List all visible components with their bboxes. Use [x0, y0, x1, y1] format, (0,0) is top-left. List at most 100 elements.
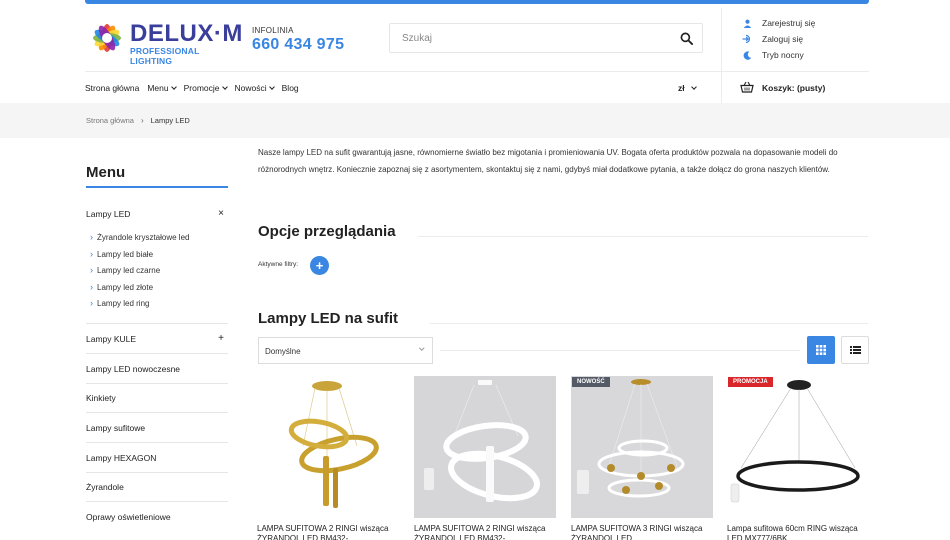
hotline-label: INFOLINIA [252, 26, 294, 35]
sidebar-item-label: Żyrandole [86, 482, 124, 492]
product-name[interactable]: LAMPA SUFITOWA 2 RINGI wisząca ŻYRANDOL … [414, 524, 556, 540]
sidebar-subitem[interactable]: › Lampy led czarne [90, 265, 160, 275]
product-name[interactable]: LAMPA SUFITOWA 2 RINGI wisząca ŻYRANDOL … [257, 524, 399, 540]
expand-icon[interactable]: + [218, 333, 224, 344]
top-accent-bar [85, 0, 869, 4]
cart-button[interactable]: Koszyk: (pusty) [740, 81, 825, 95]
sidebar-subitem[interactable]: › Lampy led ring [90, 298, 149, 308]
nav-item-news[interactable]: Nowości [235, 83, 275, 93]
register-link[interactable]: Zarejestruj się [742, 15, 815, 31]
sidebar-item-label: Lampy HEXAGON [86, 453, 157, 463]
breadcrumb-home[interactable]: Strona główna [86, 116, 134, 125]
product-image[interactable] [414, 376, 556, 518]
black-ring-lamp-image [730, 380, 860, 503]
product-card[interactable]: PROMOCJA Lampa sufitowa 60cm RING wisząc… [727, 376, 869, 540]
cart-label: Koszyk: (pusty) [762, 83, 826, 93]
sidebar-subitem[interactable]: › Lampy led białe [90, 249, 153, 259]
moon-icon [742, 50, 752, 60]
chevron-down-icon [170, 83, 177, 90]
account-links: Zarejestruj się Zaloguj się Tryb nocny [742, 15, 815, 63]
sidebar-item-lampy-led[interactable]: Lampy LED × [86, 208, 228, 219]
search-input[interactable] [390, 24, 660, 52]
chevron-down-icon [418, 345, 424, 351]
currency-selector[interactable]: zł [678, 83, 697, 93]
breadcrumb-current: Lampy LED [150, 116, 190, 125]
chevron-down-icon [690, 83, 697, 90]
browse-options-title: Opcje przeglądania [258, 223, 396, 240]
product-image[interactable]: PROMOCJA [727, 376, 869, 518]
title-rule [430, 323, 868, 324]
white-ring-lamp-image [424, 380, 540, 502]
list-view-button[interactable] [841, 336, 869, 364]
main-nav: Strona główna Menu Promocje Nowości Blog [85, 83, 307, 93]
sidebar-item-label: Kinkiety [86, 393, 116, 403]
login-link[interactable]: Zaloguj się [742, 31, 815, 47]
grid-view-button[interactable] [807, 336, 835, 364]
login-icon [742, 34, 752, 44]
sidebar-subitem[interactable]: › Żyrandole kryształowe led [90, 232, 189, 242]
nav-item-blog[interactable]: Blog [282, 83, 299, 93]
list-icon [850, 346, 861, 354]
sidebar-item-kinkiety[interactable]: Kinkiety [86, 393, 228, 403]
logo[interactable]: DELUX·M PROFESSIONAL LIGHTING [86, 16, 242, 66]
product-card[interactable]: NOWOŚĆ LAMPA SUFITOWA 3 RINGI wisząca ŻY… [571, 376, 713, 540]
login-label: Zaloguj się [762, 34, 804, 44]
sidebar-subitem-label: Lampy led ring [97, 298, 150, 308]
night-mode-label: Tryb nocny [762, 50, 804, 60]
nav-item-home[interactable]: Strona główna [85, 83, 139, 93]
sidebar-item-lampy-hexagon[interactable]: Lampy HEXAGON [86, 453, 228, 463]
hotline-number[interactable]: 660 434 975 [252, 36, 344, 54]
gold-ring-lamp-image [288, 381, 379, 508]
sidebar-title: Menu [86, 164, 126, 181]
chevron-right-icon: › [90, 265, 93, 275]
nav-menu-label: Menu [147, 83, 169, 93]
sidebar-divider [86, 472, 228, 473]
header-separator [85, 71, 869, 72]
grid-icon [816, 345, 826, 355]
sort-select[interactable]: Domyślne [258, 337, 433, 364]
sidebar-divider [86, 323, 228, 324]
title-rule [418, 236, 868, 237]
product-card[interactable]: LAMPA SUFITOWA 2 RINGI wisząca ŻYRANDOL … [414, 376, 556, 540]
search-box [389, 23, 703, 53]
user-icon [742, 18, 752, 28]
header-divider [721, 8, 722, 104]
night-mode-toggle[interactable]: Tryb nocny [742, 47, 815, 63]
product-card[interactable]: LAMPA SUFITOWA 2 RINGI wisząca ŻYRANDOL … [257, 376, 399, 540]
sidebar-divider [86, 383, 228, 384]
sidebar-item-oprawy[interactable]: Oprawy oświetleniowe [86, 512, 228, 522]
product-name[interactable]: LAMPA SUFITOWA 3 RINGI wisząca ŻYRANDOL … [571, 524, 713, 540]
sidebar-subitem-label: Żyrandole kryształowe led [97, 232, 190, 242]
nav-item-promotions[interactable]: Promocje [183, 83, 228, 93]
nav-promotions-label: Promocje [183, 83, 220, 93]
search-icon[interactable] [680, 32, 693, 45]
hotline: INFOLINIA 660 434 975 [252, 26, 344, 54]
sidebar-item-lampy-led-nowoczesne[interactable]: Lampy LED nowoczesne [86, 364, 228, 374]
nav-home-label: Strona główna [85, 83, 140, 93]
sidebar-subitem[interactable]: › Lampy led złote [90, 282, 153, 292]
chevron-right-icon: › [90, 298, 93, 308]
sidebar-item-zyrandole[interactable]: Żyrandole [86, 482, 228, 492]
sidebar-title-underline [86, 186, 228, 188]
sidebar-divider [86, 353, 228, 354]
sidebar-item-lampy-kule[interactable]: Lampy KULE + [86, 333, 228, 344]
product-image[interactable] [257, 376, 399, 518]
sidebar-subitem-label: Lampy led białe [97, 249, 154, 259]
sort-value: Domyślne [265, 347, 301, 356]
sidebar-item-lampy-sufitowe[interactable]: Lampy sufitowe [86, 423, 228, 433]
nav-item-menu[interactable]: Menu [147, 83, 177, 93]
add-filter-button[interactable]: + [310, 256, 329, 275]
active-filters-label: Aktywne filtry: [258, 261, 299, 268]
product-image[interactable]: NOWOŚĆ [571, 376, 713, 518]
chevron-down-icon [221, 83, 228, 90]
breadcrumb-separator: › [140, 116, 144, 125]
collapse-icon[interactable]: × [218, 208, 224, 219]
chevron-right-icon: › [90, 249, 93, 259]
logo-title: DELUX·M [130, 20, 243, 47]
flower-logo-icon [93, 24, 121, 52]
new-badge: NOWOŚĆ [572, 377, 610, 387]
sidebar-item-label: Lampy LED [86, 209, 131, 219]
basket-icon [740, 81, 754, 95]
product-name[interactable]: Lampa sufitowa 60cm RING wisząca LED MX7… [727, 524, 869, 540]
sidebar-subitem-label: Lampy led czarne [97, 265, 161, 275]
